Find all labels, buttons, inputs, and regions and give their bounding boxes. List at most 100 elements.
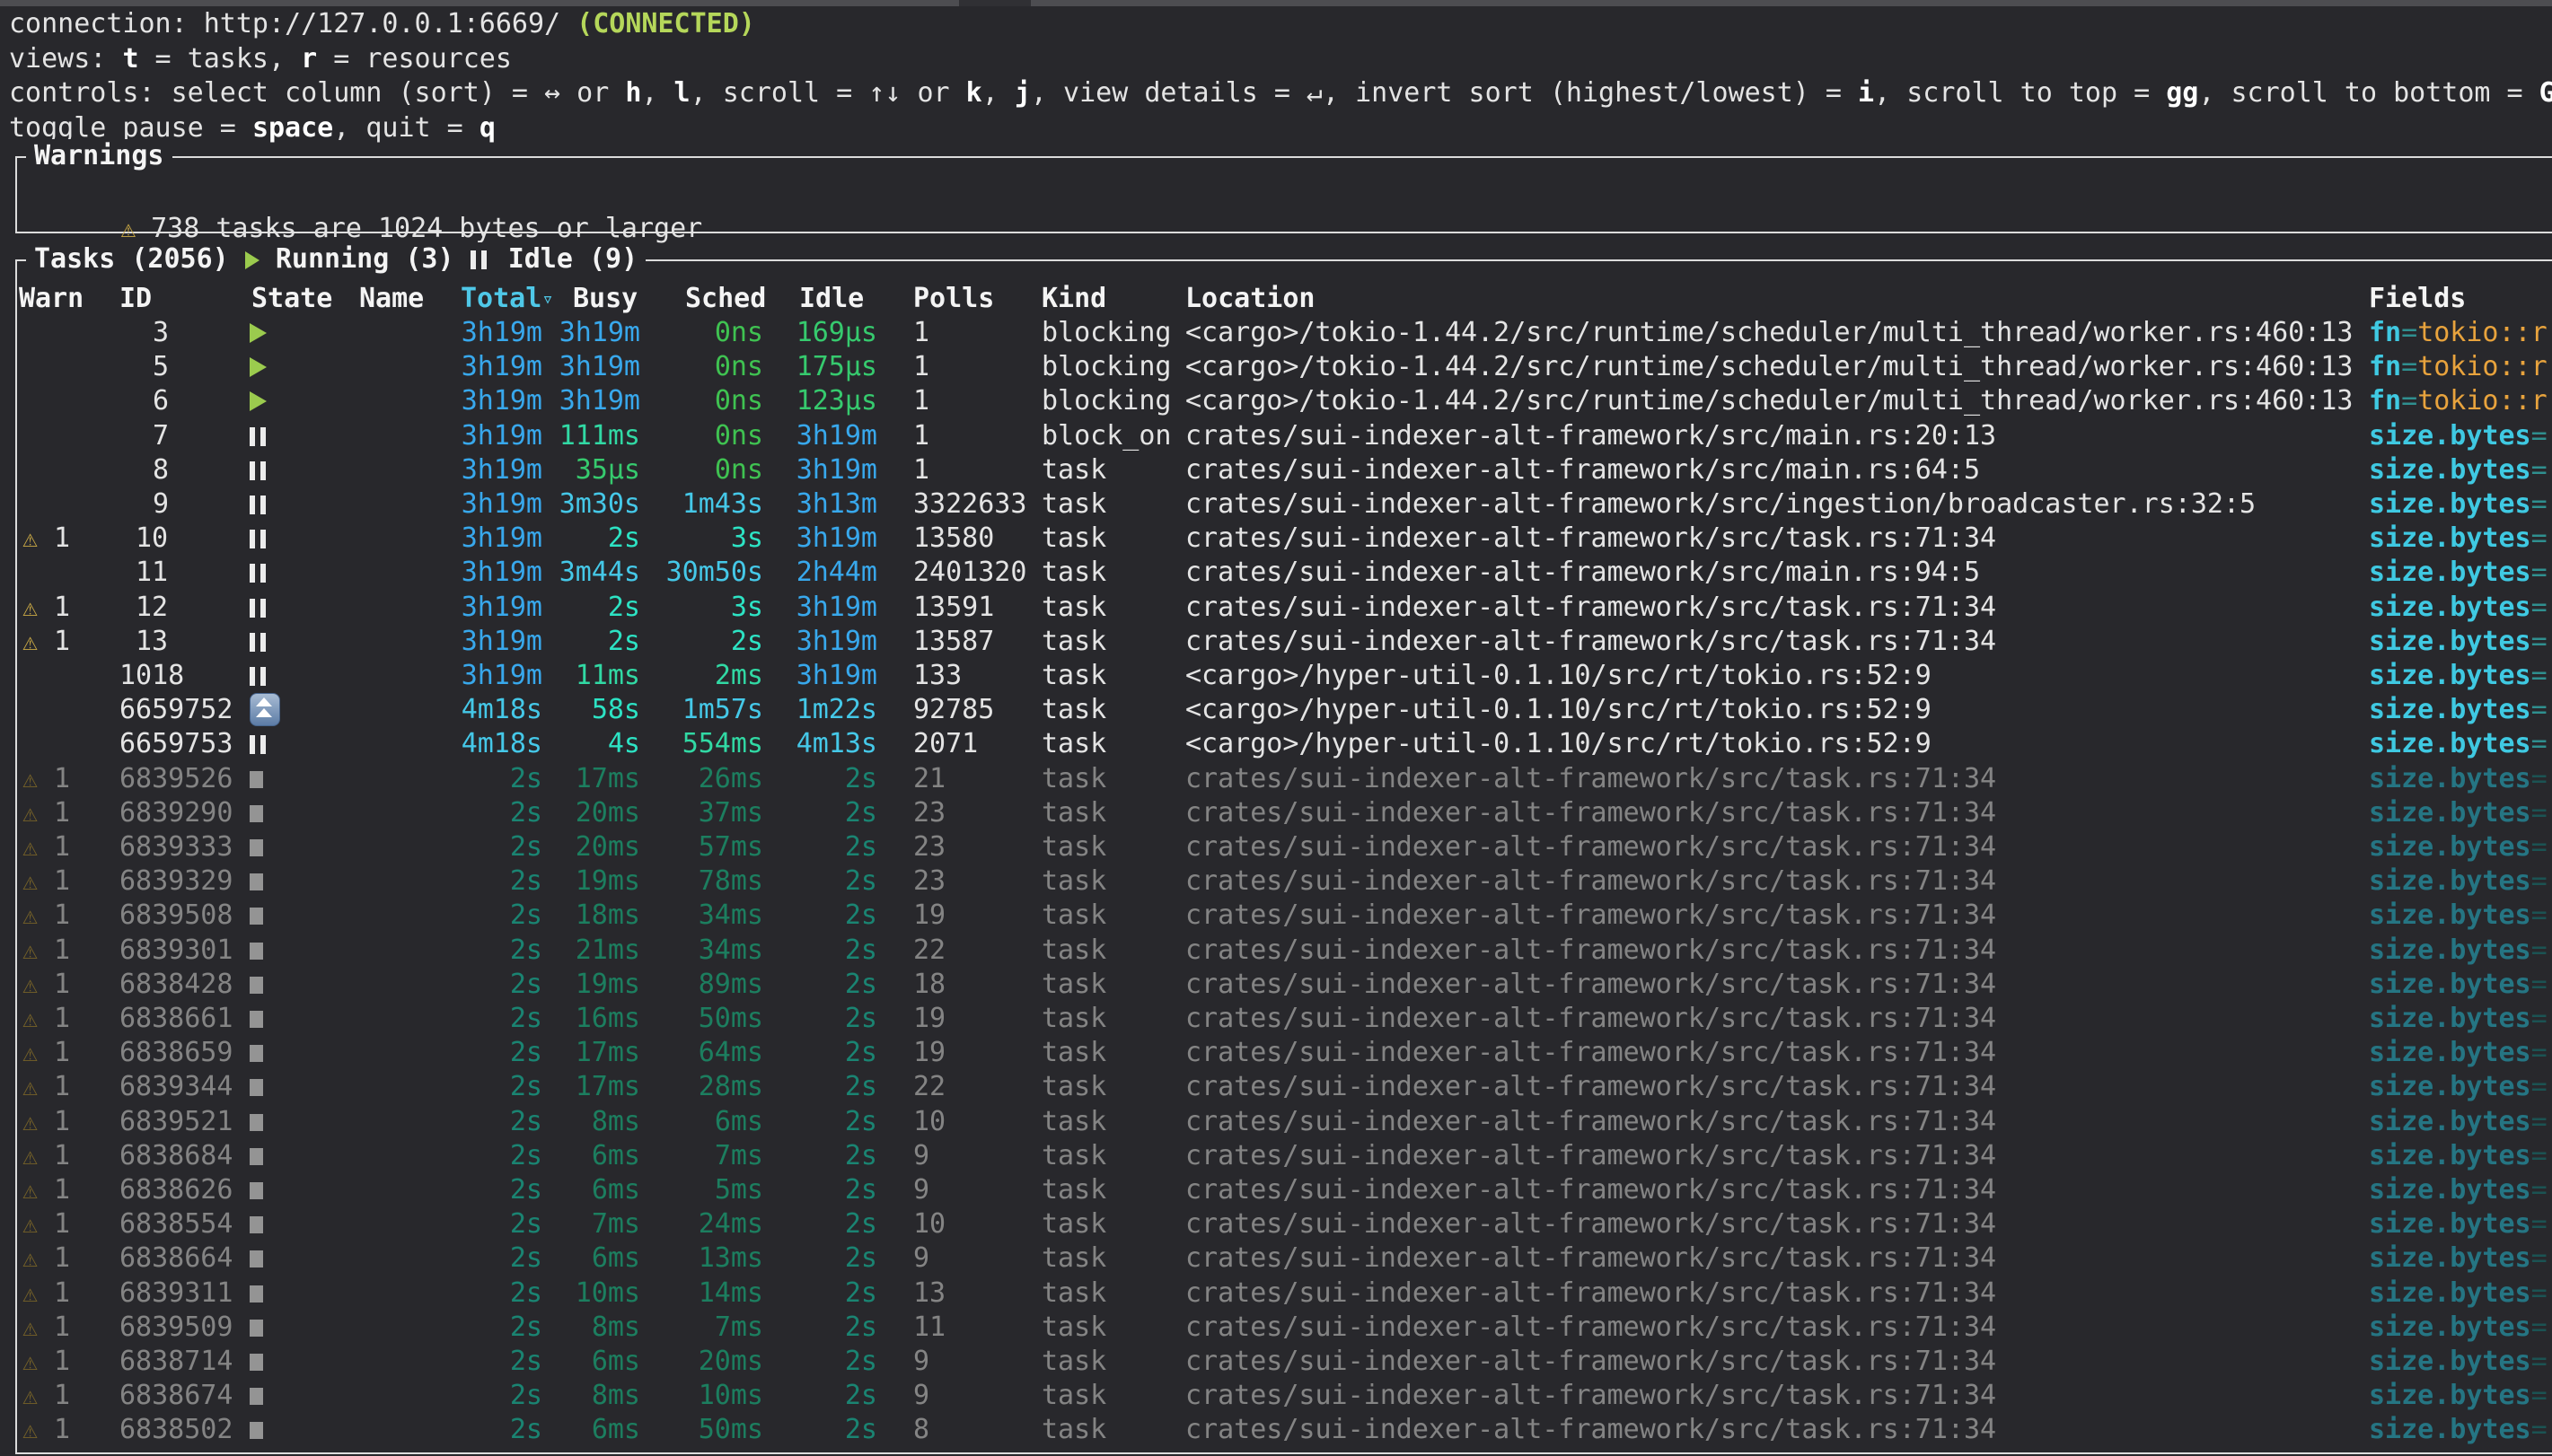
- stopped-icon: [250, 1011, 263, 1028]
- cell-fields: size.bytes=: [2369, 1207, 2552, 1241]
- task-row[interactable]: ⚠168395262s17ms26ms2s21taskcrates/sui-in…: [17, 762, 2552, 796]
- cell-kind: task: [1042, 934, 1185, 968]
- cell-total: 3h19m: [413, 522, 542, 556]
- cell-total: 3h19m: [413, 384, 542, 418]
- cell-sched: 26ms: [642, 762, 763, 796]
- cell-state: [250, 591, 304, 625]
- cell-total: 2s: [413, 1070, 542, 1104]
- cell-idle: 2s: [765, 796, 877, 830]
- task-row[interactable]: ⚠168393292s19ms78ms2s23taskcrates/sui-in…: [17, 864, 2552, 899]
- cell-idle: 2s: [765, 1207, 877, 1241]
- stopped-icon: [250, 805, 263, 822]
- task-row[interactable]: ⚠168384282s19ms89ms2s18taskcrates/sui-in…: [17, 968, 2552, 1002]
- cell-polls: 2071: [913, 727, 1039, 761]
- cell-task-id: 6839521: [119, 1105, 236, 1139]
- task-row[interactable]: ⚠168392902s20ms37ms2s23taskcrates/sui-in…: [17, 796, 2552, 830]
- cell-sched: 89ms: [642, 968, 763, 1002]
- cell-fields: size.bytes=: [2369, 487, 2552, 522]
- task-row[interactable]: ⚠168385542s7ms24ms2s10taskcrates/sui-ind…: [17, 1207, 2552, 1241]
- idle-icon: [250, 523, 271, 556]
- cell-location: crates/sui-indexer-alt-framework/src/ing…: [1185, 487, 2371, 522]
- task-row[interactable]: ⚠168393442s17ms28ms2s22taskcrates/sui-in…: [17, 1070, 2552, 1104]
- cell-busy: 6ms: [544, 1345, 640, 1379]
- task-row[interactable]: ⚠168386612s16ms50ms2s19taskcrates/sui-in…: [17, 1002, 2552, 1036]
- task-row[interactable]: ⚠168395082s18ms34ms2s19taskcrates/sui-in…: [17, 899, 2552, 933]
- cell-location: crates/sui-indexer-alt-framework/src/tas…: [1185, 1173, 2371, 1207]
- task-row[interactable]: 33h19m3h19m0ns169µs1blocking<cargo>/toki…: [17, 316, 2552, 350]
- cell-task-id: 1018: [119, 659, 236, 693]
- scheduled-icon: [250, 693, 280, 726]
- task-row[interactable]: ⚠168393012s21ms34ms2s22taskcrates/sui-in…: [17, 934, 2552, 968]
- cell-total: 2s: [413, 1379, 542, 1413]
- task-row[interactable]: 66597534m18s4s554ms4m13s2071task<cargo>/…: [17, 727, 2552, 761]
- task-row[interactable]: ⚠168386842s6ms7ms2s9taskcrates/sui-index…: [17, 1139, 2552, 1173]
- task-row[interactable]: ⚠168385022s6ms50ms2s8taskcrates/sui-inde…: [17, 1413, 2552, 1447]
- cell-task-id: 6838659: [119, 1036, 236, 1070]
- task-row[interactable]: 73h19m111ms0ns3h19m1block_oncrates/sui-i…: [17, 419, 2552, 453]
- stopped-icon: [250, 1250, 263, 1267]
- task-row[interactable]: ⚠168393112s10ms14ms2s13taskcrates/sui-in…: [17, 1276, 2552, 1311]
- cell-idle: 2s: [765, 1241, 877, 1276]
- cell-sched: 34ms: [642, 934, 763, 968]
- field-key: size.bytes: [2369, 1174, 2531, 1206]
- cell-state: [250, 762, 304, 796]
- task-row[interactable]: ⚠168393332s20ms57ms2s23taskcrates/sui-in…: [17, 830, 2552, 864]
- cell-sched: 0ns: [642, 419, 763, 453]
- cell-busy: 111ms: [544, 419, 640, 453]
- stopped-icon: [250, 839, 263, 856]
- task-row[interactable]: ⚠168386742s8ms10ms2s9taskcrates/sui-inde…: [17, 1379, 2552, 1413]
- task-row[interactable]: ⚠168386642s6ms13ms2s9taskcrates/sui-inde…: [17, 1241, 2552, 1276]
- task-row[interactable]: 93h19m3m30s1m43s3h13m3322633taskcrates/s…: [17, 487, 2552, 522]
- help-text: , scroll to top =: [1874, 77, 2166, 109]
- cell-fields: size.bytes=: [2369, 625, 2552, 659]
- field-key: size.bytes: [2369, 1346, 2531, 1377]
- cell-task-id: 6839526: [119, 762, 236, 796]
- cell-location: <cargo>/hyper-util-0.1.10/src/rt/tokio.r…: [1185, 727, 2371, 761]
- task-row[interactable]: 66597524m18s58s1m57s1m22s92785task<cargo…: [17, 693, 2552, 727]
- task-row[interactable]: 63h19m3h19m0ns123µs1blocking<cargo>/toki…: [17, 384, 2552, 418]
- field-key: size.bytes: [2369, 1242, 2531, 1274]
- keyboard-key-label: t: [122, 43, 138, 75]
- cell-location: crates/sui-indexer-alt-framework/src/tas…: [1185, 1139, 2371, 1173]
- running-icon: [250, 323, 267, 343]
- task-row[interactable]: ⚠1103h19m2s3s3h19m13580taskcrates/sui-in…: [17, 522, 2552, 556]
- task-row[interactable]: 113h19m3m44s30m50s2h44m2401320taskcrates…: [17, 556, 2552, 590]
- field-equals: =: [2531, 557, 2548, 588]
- field-key: size.bytes: [2369, 865, 2531, 897]
- task-row[interactable]: ⚠168387142s6ms20ms2s9taskcrates/sui-inde…: [17, 1345, 2552, 1379]
- cell-state: [250, 453, 304, 487]
- task-row[interactable]: 83h19m35µs0ns3h19m1taskcrates/sui-indexe…: [17, 453, 2552, 487]
- task-row[interactable]: ⚠168386262s6ms5ms2s9taskcrates/sui-index…: [17, 1173, 2552, 1207]
- field-equals: =: [2531, 454, 2548, 486]
- cell-task-id: 7: [119, 419, 236, 453]
- field-key: size.bytes: [2369, 488, 2531, 520]
- task-row[interactable]: ⚠168386592s17ms64ms2s19taskcrates/sui-in…: [17, 1036, 2552, 1070]
- cell-state: [250, 316, 304, 350]
- cell-total: 2s: [413, 1105, 542, 1139]
- cell-sched: 20ms: [642, 1345, 763, 1379]
- task-row[interactable]: ⚠1123h19m2s3s3h19m13591taskcrates/sui-in…: [17, 591, 2552, 625]
- stopped-icon: [250, 1422, 263, 1439]
- field-equals: =: [2531, 522, 2548, 554]
- cell-kind: task: [1042, 1241, 1185, 1276]
- cell-task-id: 6839290: [119, 796, 236, 830]
- field-value: tokio::r: [2417, 351, 2548, 382]
- task-row[interactable]: ⚠168395212s8ms6ms2s10taskcrates/sui-inde…: [17, 1105, 2552, 1139]
- task-row[interactable]: 10183h19m11ms2ms3h19m133task<cargo>/hype…: [17, 659, 2552, 693]
- cell-state: [250, 899, 304, 933]
- cell-location: crates/sui-indexer-alt-framework/src/tas…: [1185, 1345, 2371, 1379]
- cell-busy: 8ms: [544, 1379, 640, 1413]
- task-row[interactable]: ⚠168395092s8ms7ms2s11taskcrates/sui-inde…: [17, 1311, 2552, 1345]
- task-row[interactable]: 53h19m3h19m0ns175µs1blocking<cargo>/toki…: [17, 350, 2552, 384]
- cell-idle: 169µs: [765, 316, 877, 350]
- task-row[interactable]: ⚠1133h19m2s2s3h19m13587taskcrates/sui-in…: [17, 625, 2552, 659]
- warn-icon: ⚠: [22, 864, 49, 899]
- field-equals: =: [2531, 831, 2548, 863]
- cell-total: 3h19m: [413, 556, 542, 590]
- warn-icon: ⚠: [22, 1002, 49, 1036]
- warn-icon: ⚠: [22, 1311, 49, 1345]
- cell-polls: 23: [913, 830, 1039, 864]
- cell-location: crates/sui-indexer-alt-framework/src/tas…: [1185, 625, 2371, 659]
- cell-total: 2s: [413, 796, 542, 830]
- cell-sched: 3s: [642, 522, 763, 556]
